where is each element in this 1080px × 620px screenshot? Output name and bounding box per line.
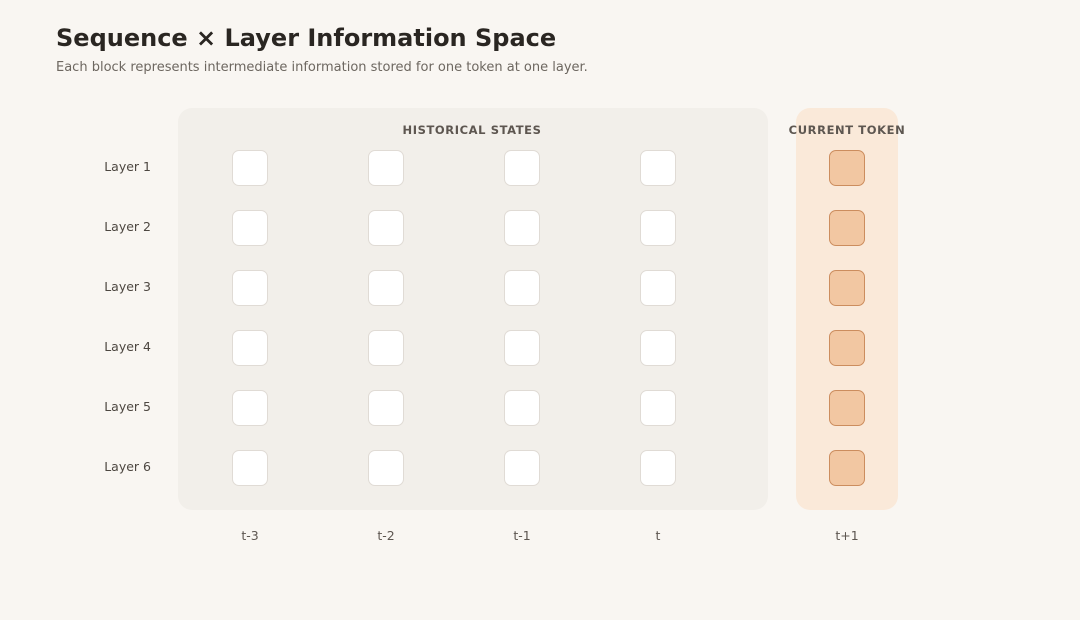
row-label-layer-4: Layer 4 <box>104 339 151 354</box>
historical-block <box>368 270 404 306</box>
historical-block <box>640 390 676 426</box>
historical-block <box>504 150 540 186</box>
column-label-current: t+1 <box>835 528 859 543</box>
historical-block <box>232 150 268 186</box>
current-token-block <box>829 450 865 486</box>
current-token-label: CURRENT TOKEN <box>788 123 906 137</box>
historical-block <box>232 330 268 366</box>
column-label: t-2 <box>377 528 395 543</box>
row-label-layer-6: Layer 6 <box>104 459 151 474</box>
row-label-layer-5: Layer 5 <box>104 399 151 414</box>
historical-block <box>368 450 404 486</box>
historical-block <box>640 330 676 366</box>
historical-block <box>504 330 540 366</box>
historical-block <box>504 210 540 246</box>
historical-block <box>368 330 404 366</box>
current-token-block <box>829 330 865 366</box>
historical-states-label: HISTORICAL STATES <box>402 123 542 137</box>
historical-block <box>232 270 268 306</box>
page-subtitle: Each block represents intermediate infor… <box>56 60 588 75</box>
historical-block <box>640 450 676 486</box>
row-label-layer-3: Layer 3 <box>104 279 151 294</box>
current-token-block <box>829 210 865 246</box>
page-title: Sequence × Layer Information Space <box>56 24 557 52</box>
row-label-layer-1: Layer 1 <box>104 159 151 174</box>
current-token-block <box>829 150 865 186</box>
historical-block <box>504 390 540 426</box>
row-label-layer-2: Layer 2 <box>104 219 151 234</box>
historical-block <box>368 150 404 186</box>
historical-block <box>368 390 404 426</box>
historical-block <box>368 210 404 246</box>
column-label: t <box>655 528 661 543</box>
historical-block <box>232 210 268 246</box>
historical-block <box>640 270 676 306</box>
historical-block <box>640 150 676 186</box>
current-token-block <box>829 390 865 426</box>
column-label: t-3 <box>241 528 259 543</box>
historical-block <box>504 450 540 486</box>
column-label: t-1 <box>513 528 531 543</box>
historical-block <box>504 270 540 306</box>
historical-block <box>232 450 268 486</box>
current-token-block <box>829 270 865 306</box>
historical-block <box>232 390 268 426</box>
historical-block <box>640 210 676 246</box>
